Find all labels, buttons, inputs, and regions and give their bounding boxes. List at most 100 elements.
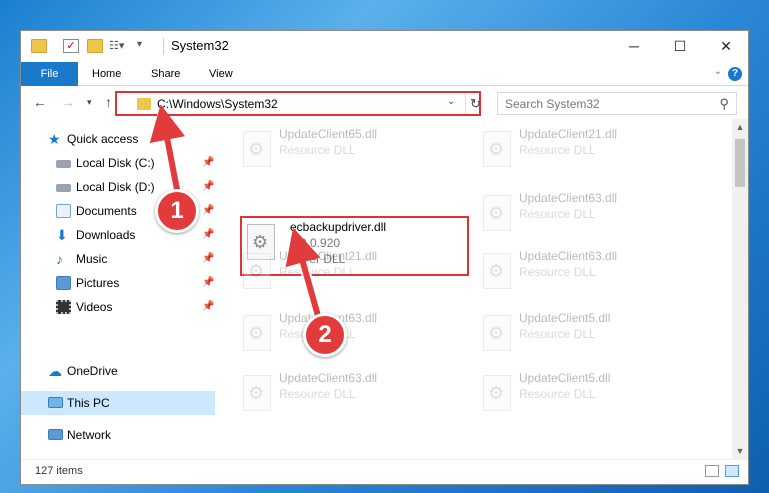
- cloud-icon: ☁: [48, 363, 62, 379]
- address-bar[interactable]: C:\Windows\System32 ⌄ ↻: [115, 91, 481, 116]
- file-type: Resource DLL: [519, 265, 596, 279]
- file-type: Resource DLL: [279, 143, 356, 157]
- sidebar-item-videos[interactable]: Videos 📌: [21, 295, 215, 319]
- file-type: Resource DLL: [519, 327, 596, 341]
- list-item[interactable]: UpdateClient5.dll Resource DLL: [465, 367, 695, 427]
- help-icon[interactable]: ?: [728, 67, 742, 81]
- scroll-down-icon[interactable]: ▼: [732, 443, 748, 459]
- refresh-icon[interactable]: ↻: [465, 93, 485, 114]
- file-list: UpdateClient65.dll Resource DLL UpdateCl…: [215, 119, 734, 459]
- search-icon[interactable]: ⚲: [719, 96, 729, 112]
- address-row: ← → ▾ ↑ C:\Windows\System32 ⌄ ↻ Search S…: [21, 87, 748, 119]
- folder-icon[interactable]: [31, 39, 47, 53]
- sidebar-item-pictures[interactable]: Pictures 📌: [21, 271, 215, 295]
- new-folder-icon[interactable]: [87, 39, 103, 53]
- chevron-down-icon[interactable]: ⌄: [447, 96, 455, 107]
- pin-icon[interactable]: 📌: [202, 175, 214, 199]
- file-name: UpdateClient5.dll: [519, 371, 611, 385]
- scroll-up-icon[interactable]: ▲: [732, 119, 748, 135]
- minimize-button[interactable]: ─: [611, 31, 657, 62]
- recent-locations-icon[interactable]: ▾: [87, 97, 92, 108]
- sidebar-item-label: Music: [76, 252, 108, 266]
- chevron-down-icon[interactable]: ▾: [137, 39, 153, 53]
- scroll-thumb[interactable]: [735, 139, 745, 187]
- pin-icon[interactable]: 📌: [202, 151, 214, 175]
- file-name: UpdateClient21.dll: [519, 127, 618, 141]
- sidebar-item-quick-access[interactable]: ★ Quick access: [21, 127, 215, 151]
- title-bar: ✓ ☷▾ ▾ System32 ─ ☐ ✕: [21, 31, 748, 62]
- forward-arrow-icon[interactable]: →: [61, 94, 75, 110]
- file-name: UpdateClient21.dll: [279, 249, 378, 263]
- back-arrow-icon[interactable]: ←: [33, 94, 47, 110]
- sidebar-item-label: Videos: [76, 300, 113, 314]
- list-item[interactable]: UpdateClient63.dll Resource DLL: [225, 367, 455, 427]
- dll-file-icon: [483, 315, 511, 351]
- file-type: Resource DLL: [519, 207, 596, 221]
- pin-icon[interactable]: 📌: [202, 295, 214, 319]
- up-arrow-icon[interactable]: ↑: [105, 94, 112, 110]
- dll-file-icon: [243, 131, 271, 167]
- sidebar-item-music[interactable]: ♪ Music 📌: [21, 247, 215, 271]
- sidebar-item-label: Pictures: [76, 276, 120, 290]
- close-button[interactable]: ✕: [703, 31, 748, 62]
- music-icon: ♪: [56, 251, 63, 267]
- customize-toolbar-icon[interactable]: ☷▾: [109, 39, 125, 53]
- sidebar-item-label: Network: [67, 428, 112, 442]
- tab-view[interactable]: View: [209, 62, 233, 86]
- navigation-pane: ★ Quick access Local Disk (C:) 📌 Local D…: [21, 119, 215, 459]
- file-name: UpdateClient65.dll: [279, 127, 378, 141]
- tiles-view-icon[interactable]: [725, 465, 739, 477]
- tab-share[interactable]: Share: [151, 62, 180, 86]
- dll-file-icon: [483, 131, 511, 167]
- pin-icon[interactable]: 📌: [202, 199, 214, 223]
- ribbon-tabs: File Home Share View ⌄ ?: [21, 62, 748, 86]
- tab-home[interactable]: Home: [92, 62, 121, 86]
- star-icon: ★: [48, 131, 61, 147]
- pin-icon[interactable]: 📌: [202, 223, 214, 247]
- file-name: UpdateClient63.dll: [519, 249, 618, 263]
- sidebar-item-label: Quick access: [67, 132, 139, 146]
- search-placeholder: Search System32: [505, 97, 600, 111]
- sidebar-item-onedrive[interactable]: ☁ OneDrive: [21, 359, 215, 383]
- network-icon: [48, 429, 63, 440]
- drive-icon: [56, 184, 71, 192]
- vertical-scrollbar[interactable]: ▲ ▼: [732, 119, 748, 459]
- folder-icon: [137, 98, 151, 110]
- tab-file[interactable]: File: [21, 62, 78, 86]
- list-item[interactable]: UpdateClient5.dll Resource DLL: [465, 307, 695, 367]
- dll-file-icon: [243, 375, 271, 411]
- step-1-badge: 1: [155, 189, 199, 233]
- sidebar-item-local-disk-c[interactable]: Local Disk (C:) 📌: [21, 151, 215, 175]
- dll-file-icon: [483, 253, 511, 289]
- file-type: Resource DLL: [519, 143, 596, 157]
- pin-icon[interactable]: 📌: [202, 247, 214, 271]
- explorer-window: ✓ ☷▾ ▾ System32 ─ ☐ ✕ File Home Share Vi…: [20, 30, 749, 485]
- step-2-badge: 2: [303, 313, 347, 357]
- maximize-button[interactable]: ☐: [657, 31, 703, 62]
- sidebar-item-network[interactable]: Network: [21, 423, 215, 447]
- window-title: System32: [171, 38, 229, 53]
- list-item[interactable]: UpdateClient65.dll Resource DLL: [225, 123, 455, 183]
- sidebar-item-this-pc[interactable]: This PC: [21, 391, 215, 415]
- download-icon: ⬇: [56, 227, 68, 243]
- dll-file-icon: [243, 315, 271, 351]
- sidebar-item-label: Documents: [76, 204, 137, 218]
- list-item[interactable]: UpdateClient63.dll Resource DLL: [465, 245, 695, 305]
- item-count: 127 items: [35, 465, 83, 477]
- file-type: Resource DLL: [519, 387, 596, 401]
- pin-icon[interactable]: 📌: [202, 271, 214, 295]
- title-separator: [163, 38, 164, 55]
- expand-ribbon-icon[interactable]: ⌄: [714, 66, 722, 77]
- sidebar-item-label: Local Disk (C:): [76, 156, 155, 170]
- list-item[interactable]: UpdateClient21.dll Resource DLL: [225, 245, 455, 305]
- dll-file-icon: [483, 375, 511, 411]
- file-type: Resource DLL: [279, 387, 356, 401]
- details-view-icon[interactable]: [705, 465, 719, 477]
- list-item[interactable]: UpdateClient21.dll Resource DLL: [465, 123, 695, 183]
- file-name: UpdateClient63.dll: [519, 191, 618, 205]
- sidebar-item-label: OneDrive: [67, 364, 118, 378]
- properties-icon[interactable]: ✓: [63, 39, 79, 53]
- file-type: Resource DLL: [279, 265, 356, 279]
- list-item[interactable]: UpdateClient63.dll Resource DLL: [465, 187, 695, 247]
- search-input[interactable]: Search System32 ⚲: [497, 92, 737, 115]
